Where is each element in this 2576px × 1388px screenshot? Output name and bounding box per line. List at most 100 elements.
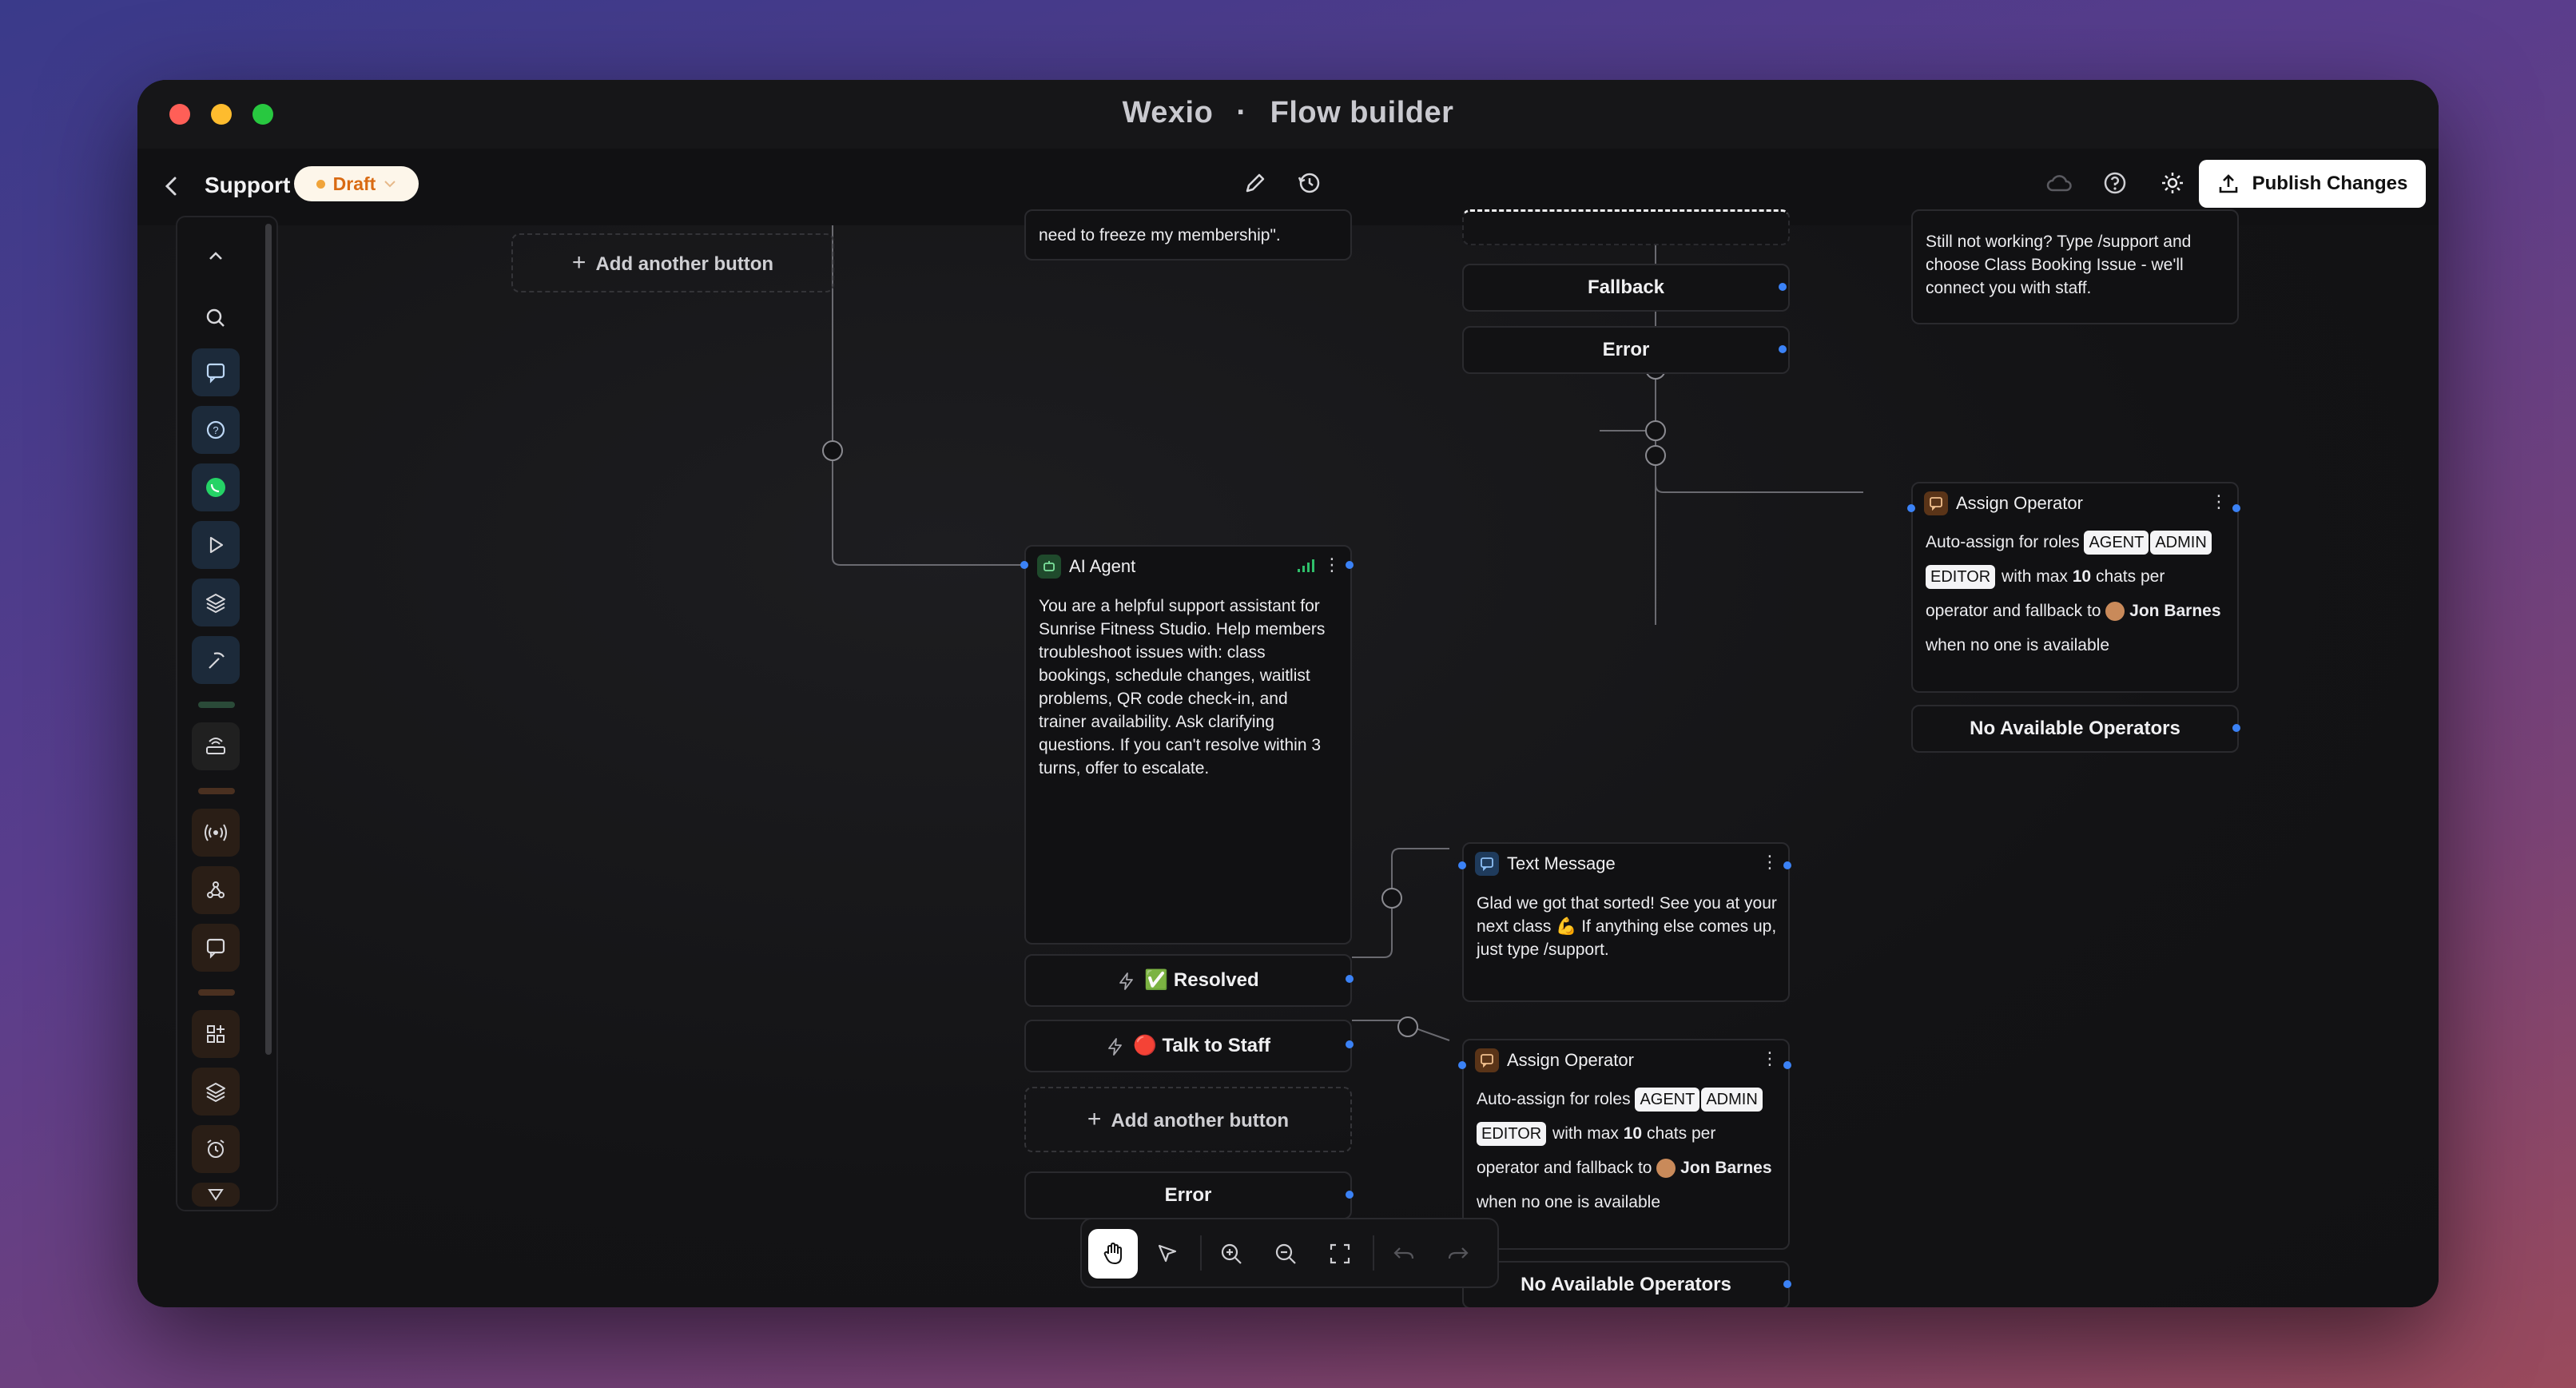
error-top-handle[interactable] [1779,345,1787,353]
edit-button[interactable] [1242,169,1269,201]
role-tag-editor: EDITOR [1477,1122,1547,1146]
back-button[interactable] [161,174,182,202]
no-available-top-handle[interactable] [2232,724,2240,732]
category-divider [198,989,235,996]
node-menu-icon[interactable]: ⋮ [1323,556,1341,574]
assign-operator-node-top[interactable]: Assign Operator ⋮ Auto-assign for roles … [1911,482,2239,693]
question-chat-icon: ? [206,420,225,439]
redo-icon [1448,1247,1469,1259]
settings-button[interactable] [2159,169,2186,201]
node-menu-icon[interactable]: ⋮ [2210,493,2228,511]
fallback-button[interactable]: Fallback [1462,264,1790,312]
window-title: Wexio · Flow builder [137,96,2439,130]
cloud-sync-button[interactable] [2045,171,2073,199]
text-message-input-handle[interactable] [1458,861,1466,869]
lightning-icon [1119,972,1134,990]
fit-view-button[interactable] [1315,1229,1365,1279]
fallback-handle[interactable] [1779,283,1787,291]
error-button-bottom[interactable]: Error [1024,1171,1352,1219]
sidebar-item-layers-2[interactable] [192,1068,240,1116]
error-button-top[interactable]: Error [1462,326,1790,374]
zoom-out-button[interactable] [1261,1229,1310,1279]
role-tag-admin: ADMIN [1701,1088,1763,1112]
no-available-operators-top[interactable]: No Available Operators [1911,705,2239,753]
partial-message-node[interactable]: need to freeze my membership". [1024,209,1352,260]
fullscreen-icon [1330,1243,1350,1264]
sidebar-search-button[interactable] [192,294,240,342]
avatar [1656,1159,1676,1179]
add-another-button[interactable]: + Add another button [1024,1087,1352,1152]
title-separator: · [1236,96,1247,129]
category-divider [198,702,235,708]
toolbar-divider [1373,1235,1374,1271]
add-button-top-left[interactable]: + Add another button [511,233,834,292]
talk-to-staff-handle[interactable] [1346,1040,1354,1048]
sidebar-item-filter[interactable] [192,1183,240,1207]
text-message-body: Glad we got that sorted! See you at your… [1477,894,1777,959]
undo-icon [1393,1247,1414,1259]
max-chats: 10 [1623,1124,1643,1143]
ai-agent-output-handle[interactable] [1346,561,1354,569]
status-badge: Draft [332,173,376,194]
assign-operator-icon [1924,491,1948,515]
add-button-label: Add another button [595,253,774,275]
partial-message-text: need to freeze my membership". [1039,226,1281,245]
resolved-button[interactable]: ✅ Resolved [1024,954,1352,1007]
status-dropdown[interactable]: Draft [294,166,419,201]
sidebar-item-question[interactable]: ? [192,406,240,454]
node-menu-icon[interactable]: ⋮ [1761,1050,1779,1068]
error-bottom-handle[interactable] [1346,1191,1354,1199]
sidebar-item-router[interactable] [192,722,240,770]
assign-bottom-input-handle[interactable] [1458,1061,1466,1069]
ai-agent-input-handle[interactable] [1020,561,1028,569]
assign-bottom-output-handle[interactable] [1783,1061,1791,1069]
talk-to-staff-button[interactable]: 🔴 Talk to Staff [1024,1020,1352,1072]
sidebar-item-broadcast[interactable] [192,809,240,857]
sidebar-item-widgets[interactable] [192,1010,240,1058]
no-available-bottom-handle[interactable] [1783,1280,1791,1288]
sidebar-item-assign-operator[interactable] [192,924,240,972]
role-tag-editor: EDITOR [1926,565,1996,589]
redo-button[interactable] [1433,1229,1483,1279]
text-message-output-handle[interactable] [1783,861,1791,869]
help-button[interactable] [2101,169,2129,201]
resolved-handle[interactable] [1346,975,1354,983]
sidebar-item-delay[interactable] [192,1125,240,1173]
ai-agent-node[interactable]: AI Agent ⋮ You are a helpful support ass… [1024,545,1352,945]
chevron-left-icon [165,177,177,196]
resolved-label: ✅ Resolved [1144,969,1259,991]
select-tool-button[interactable] [1143,1229,1192,1279]
role-tag-agent: AGENT [2084,531,2149,555]
sidebar-scrollbar[interactable] [265,224,272,1055]
cloud-icon [2046,175,2072,192]
sidebar-item-webhook[interactable] [192,866,240,914]
still-not-working-message-node[interactable]: Still not working? Type /support and cho… [1911,209,2239,324]
assign-top-input-handle[interactable] [1907,504,1915,512]
sidebar-item-tools[interactable] [192,636,240,684]
sidebar-collapse-button[interactable] [192,232,240,280]
sidebar-item-text-message[interactable] [192,348,240,396]
no-available-operators-bottom[interactable]: No Available Operators [1462,1261,1790,1307]
publish-changes-button[interactable]: Publish Changes [2199,160,2426,208]
history-button[interactable] [1296,169,1323,201]
node-palette-sidebar: ? [176,216,278,1211]
text-message-node[interactable]: Text Message ⋮ Glad we got that sorted! … [1462,842,1790,1002]
layers-icon [206,1083,225,1102]
zoom-out-icon [1275,1243,1296,1264]
assign-operator-node-bottom[interactable]: Assign Operator ⋮ Auto-assign for roles … [1462,1039,1790,1250]
assign-operator-description: Auto-assign for roles AGENT ADMIN EDITOR … [1477,1082,1780,1219]
sidebar-item-layers[interactable] [192,579,240,626]
history-icon [1298,173,1320,193]
sidebar-item-whatsapp[interactable] [192,463,240,511]
app-window: Wexio · Flow builder Support Draft Publi… [137,80,2439,1307]
pan-tool-button[interactable] [1088,1229,1138,1279]
flow-canvas[interactable]: + Add another button need to freeze my me… [137,209,2439,1307]
message-square-icon [206,938,225,959]
zoom-in-button[interactable] [1207,1229,1256,1279]
assign-top-output-handle[interactable] [2232,504,2240,512]
sidebar-item-start[interactable] [192,521,240,569]
assign-operator-title: Assign Operator [1507,1050,1634,1070]
node-menu-icon[interactable]: ⋮ [1761,853,1779,871]
layers-icon [206,594,225,613]
undo-button[interactable] [1379,1229,1429,1279]
